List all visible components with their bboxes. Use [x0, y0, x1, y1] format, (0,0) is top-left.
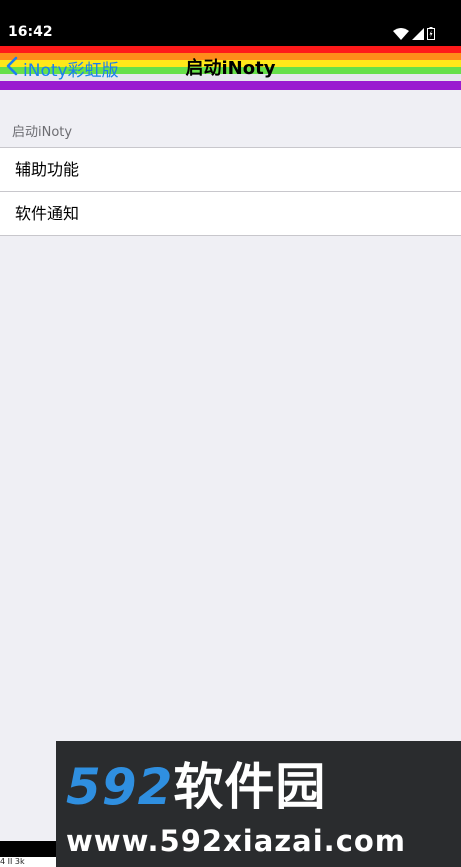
list-item-app-notifications[interactable]: 软件通知 — [0, 191, 461, 235]
cellular-signal-icon — [412, 25, 424, 44]
status-icons — [393, 25, 435, 44]
bottom-status-text: 4 II 3k — [0, 857, 56, 867]
page-title: 启动iNoty — [185, 58, 276, 79]
watermark: 592软件园 www.592xiazai.com — [56, 741, 461, 867]
settings-list: 辅助功能 软件通知 — [0, 147, 461, 236]
watermark-url: www.592xiazai.com — [66, 824, 407, 858]
status-bar: 16:42 — [0, 0, 461, 46]
wifi-icon — [393, 25, 409, 44]
battery-icon — [427, 25, 435, 44]
list-item-accessibility[interactable]: 辅助功能 — [0, 148, 461, 191]
navigation-bar: iNoty彩虹版 启动iNoty — [0, 46, 461, 90]
watermark-logo: 592软件园 — [66, 758, 327, 816]
section-header: 启动iNoty — [12, 125, 73, 140]
status-time: 16:42 — [8, 24, 53, 40]
